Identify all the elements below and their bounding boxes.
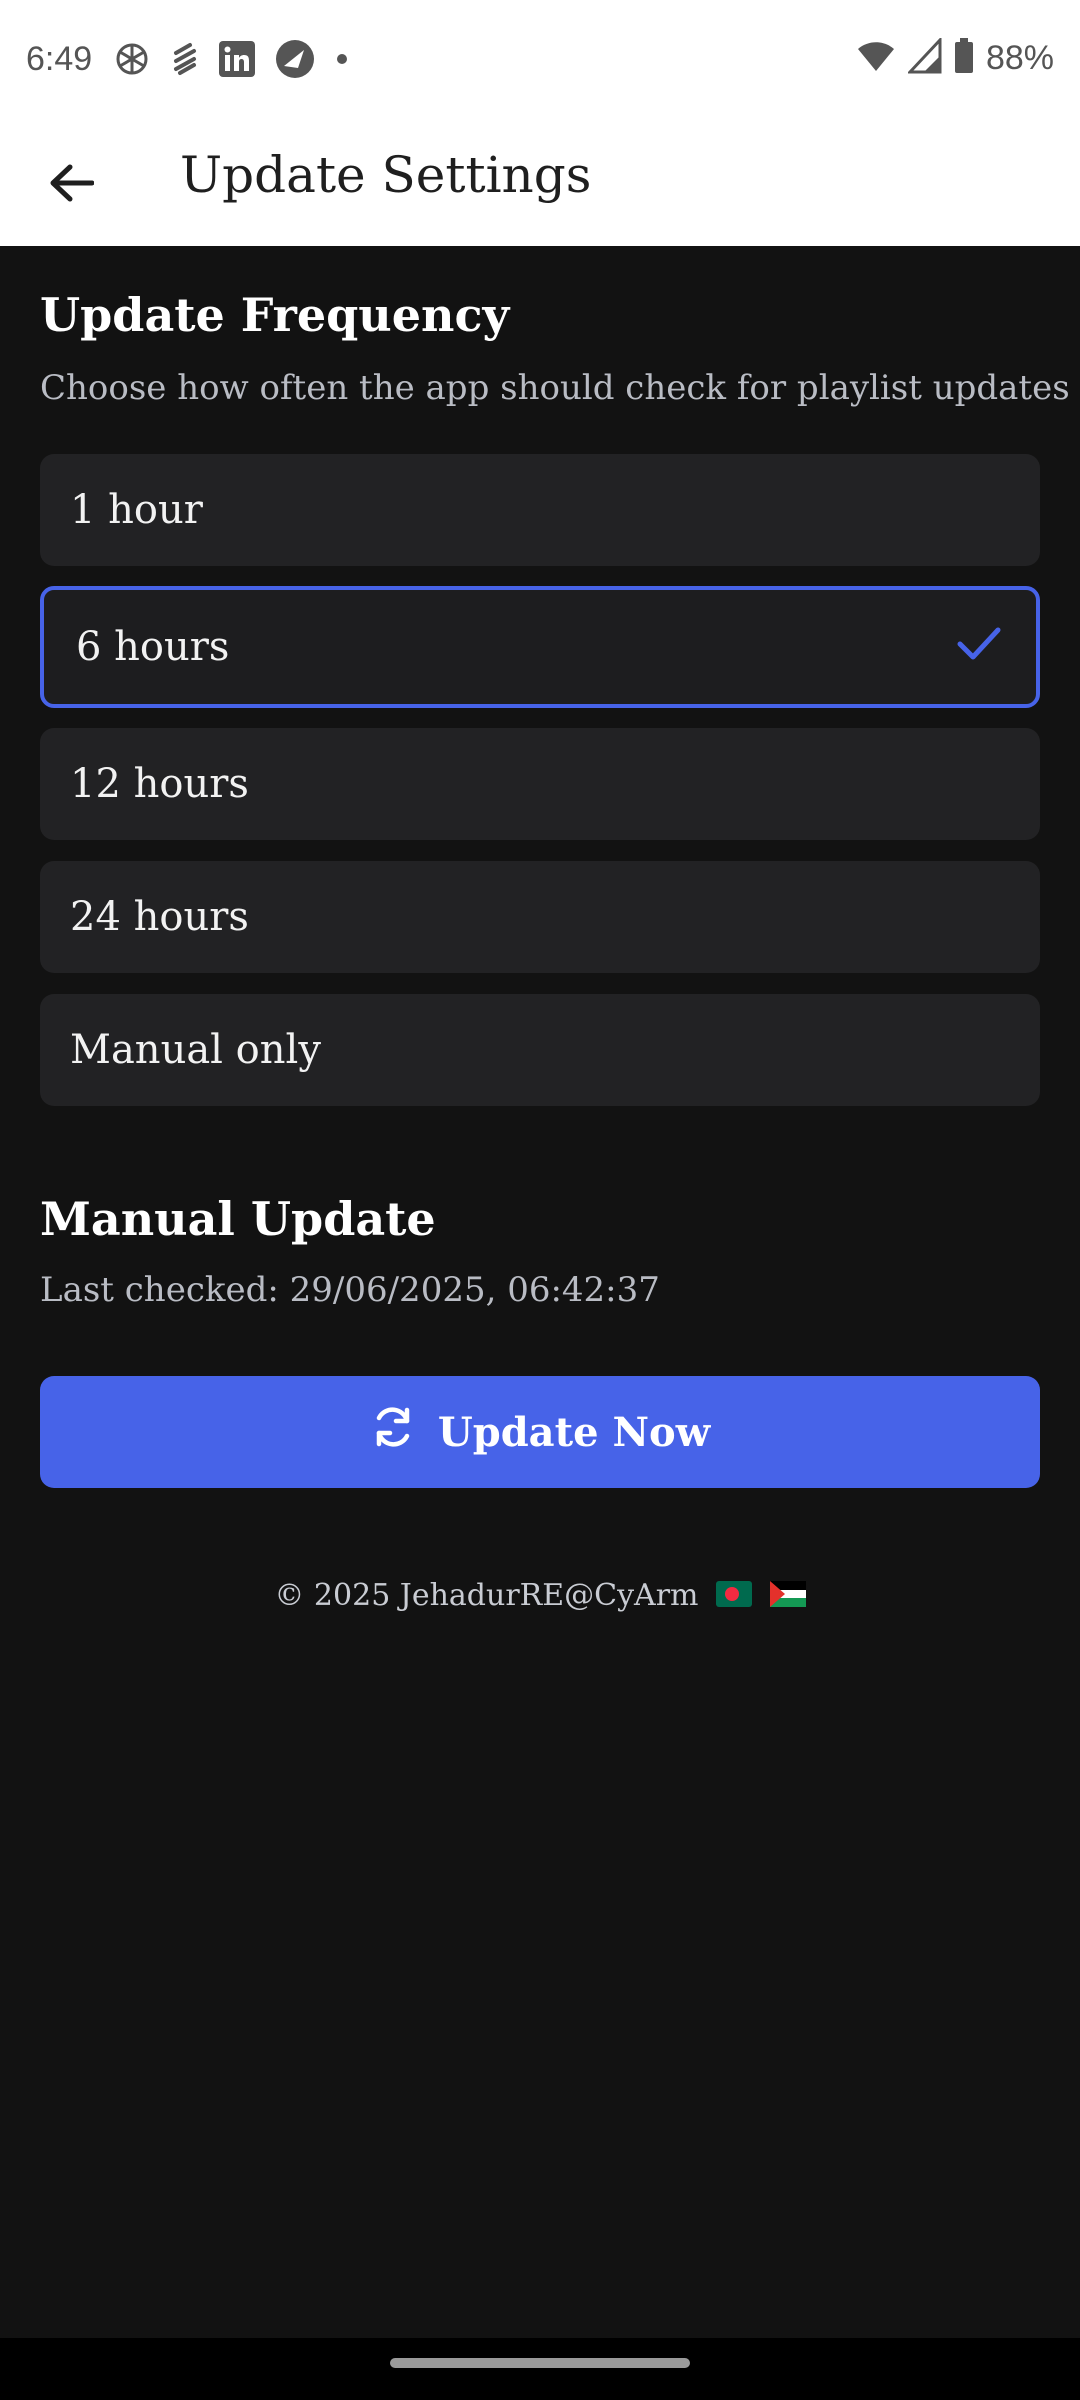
navigation-bar [0,2338,1080,2400]
signal-icon [906,36,942,79]
dot-icon [334,51,350,72]
frequency-option-6-hours[interactable]: 6 hours [40,586,1040,708]
linkedin-icon [218,40,256,83]
wifi-icon [856,39,896,78]
refresh-icon [370,1404,416,1460]
update-now-button[interactable]: Update Now [40,1376,1040,1488]
frequency-option-1-hour[interactable]: 1 hour [40,454,1040,566]
status-bar: 6:49 88% [0,0,1080,124]
manual-update-heading: Manual Update [40,1192,436,1246]
option-label: 6 hours [76,624,230,670]
palestine-flag-icon [769,1580,806,1615]
openai-icon [112,39,152,84]
battery-icon [954,38,974,79]
frequency-option-manual-only[interactable]: Manual only [40,994,1040,1106]
last-checked-text: Last checked: 29/06/2025, 06:42:37 [40,1270,660,1310]
status-right: 88% [856,36,1054,79]
check-icon [956,624,1002,674]
footer-text: © 2025 JehadurRE@CyArm [274,1578,699,1613]
update-frequency-heading: Update Frequency [40,288,510,342]
bangladesh-flag-icon [716,1580,753,1615]
update-frequency-description: Choose how often the app should check fo… [40,368,1070,408]
option-label: 24 hours [70,894,249,940]
option-label: 1 hour [70,487,203,533]
option-label: 12 hours [70,761,249,807]
footer: © 2025 JehadurRE@CyArm [0,1578,1080,1615]
app-bar: Update Settings [0,124,1080,246]
frequency-option-24-hours[interactable]: 24 hours [40,861,1040,973]
arrow-back-icon [48,163,95,207]
home-gesture-handle[interactable] [390,2358,690,2368]
option-label: Manual only [70,1027,321,1073]
stack-icon [170,39,200,84]
update-now-label: Update Now [437,1408,711,1456]
status-time: 6:49 [26,40,93,78]
frequency-option-12-hours[interactable]: 12 hours [40,728,1040,840]
back-button[interactable] [36,150,106,220]
page-title: Update Settings [180,146,592,204]
battery-percent: 88% [985,39,1054,77]
compass-icon [274,38,316,85]
notification-icons [112,38,350,85]
